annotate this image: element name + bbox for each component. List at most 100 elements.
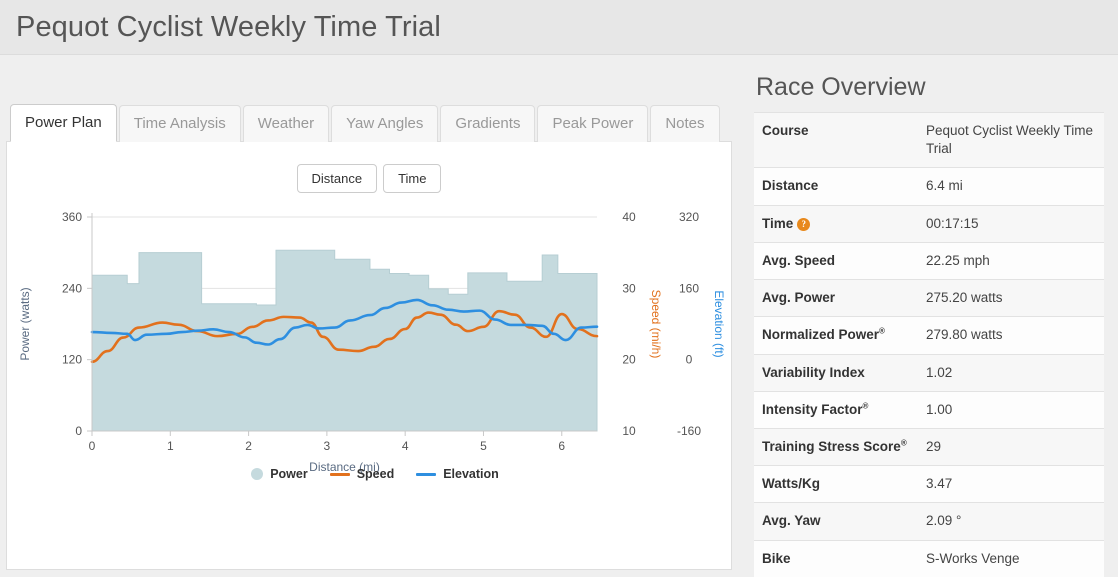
distance-axis-tick-label: 6 — [558, 439, 565, 453]
registered-mark: ® — [862, 401, 869, 411]
distance-toggle-button[interactable]: Distance — [296, 164, 378, 193]
overview-key: Bike — [754, 540, 918, 577]
overview-key: Avg. Power — [754, 280, 918, 317]
registered-mark: ® — [900, 438, 907, 448]
overview-value: 6.4 mi — [926, 178, 963, 194]
page-title: Pequot Cyclist Weekly Time Trial — [16, 10, 441, 43]
overview-row: Avg. Power 275.20 watts — [754, 279, 1104, 317]
overview-value: 29 — [926, 438, 942, 454]
overview-row: Normalized Power® 279.80 watts — [754, 316, 1104, 355]
overview-key-label: Time — [762, 215, 794, 231]
overview-key: Avg. Yaw — [754, 503, 918, 540]
distance-axis-tick-label: 1 — [167, 439, 174, 453]
left-column: Power Plan Time Analysis Weather Yaw Angles… — [0, 55, 740, 575]
legend-item-elevation[interactable]: Elevation — [416, 467, 499, 481]
power-axis-title: Power (watts) — [18, 287, 32, 360]
overview-key-label: Avg. Power — [762, 290, 836, 306]
tab-yaw-angles[interactable]: Yaw Angles — [331, 105, 439, 142]
power-plan-chart: 0 120 240 360 Power (watts) 0 1 2 3 4 5 6 Distance (… — [7, 199, 731, 529]
overview-row: Variability Index 1.02 — [754, 354, 1104, 392]
distance-axis-tick-label: 5 — [480, 439, 487, 453]
overview-value: 275.20 watts — [926, 290, 1003, 306]
chart-canvas: 0120240360Power (watts)0 1 2 3 4 5 6Distance (… — [18, 210, 726, 474]
race-overview-table: Course Pequot Cyclist Weekly Time Trial Di… — [754, 112, 1104, 577]
overview-key-label: Intensity Factor — [762, 401, 863, 417]
overview-value: 1.00 — [926, 401, 953, 417]
overview-key-label: Distance — [762, 178, 819, 194]
power-axis-tick-label: 0 — [75, 424, 82, 438]
overview-row: Watts/Kg 3.47 — [754, 465, 1104, 503]
overview-value: Pequot Cyclist Weekly Time Trial — [926, 123, 1094, 157]
overview-key: Training Stress Score® — [754, 428, 918, 465]
tab-bar: Power Plan Time Analysis Weather Yaw Angles… — [6, 103, 732, 142]
speed-axis-tick-label: 30 — [622, 281, 636, 295]
overview-row: Course Pequot Cyclist Weekly Time Trial — [754, 112, 1104, 168]
overview-row: Avg. Speed 22.25 mph — [754, 242, 1104, 280]
distance-axis-tick-label: 4 — [402, 439, 409, 453]
distance-axis-tick-label: 3 — [324, 439, 331, 453]
registered-mark: ® — [879, 326, 885, 336]
overview-value: 1.02 — [926, 364, 953, 380]
tab-notes[interactable]: Notes — [650, 105, 720, 142]
overview-key-label: Watts/Kg — [762, 476, 820, 492]
speed-axis-tick-label: 20 — [622, 353, 636, 367]
main-layout: Power Plan Time Analysis Weather Yaw Angles… — [0, 55, 1118, 577]
overview-key-label: Avg. Speed — [762, 252, 836, 268]
overview-row: Bike S-Works Venge — [754, 540, 1104, 577]
elevation-axis-tick-label: 160 — [679, 281, 699, 295]
legend-marker-power-icon — [251, 468, 264, 480]
tab-gradients[interactable]: Gradients — [440, 105, 536, 142]
legend-label: Power — [270, 467, 308, 481]
time-toggle-button[interactable]: Time — [383, 164, 442, 193]
axis-mode-toggle-group: Distance Time — [7, 142, 731, 193]
time-help-icon[interactable]: ? — [797, 217, 811, 231]
overview-value: 279.80 watts — [926, 327, 1003, 343]
legend-item-speed[interactable]: Speed — [329, 467, 395, 481]
overview-key-label: Course — [762, 123, 809, 138]
speed-axis-tick-label: 40 — [622, 210, 636, 224]
overview-row: Intensity Factor® 1.00 — [754, 391, 1104, 429]
overview-value: 00:17:15 — [926, 215, 979, 231]
overview-key-label: Training Stress Score — [762, 438, 901, 454]
overview-value: 22.25 mph — [926, 252, 990, 268]
power-axis-tick-label: 240 — [62, 281, 82, 295]
overview-value: S-Works Venge — [926, 550, 1020, 566]
overview-key: Variability Index — [754, 354, 918, 391]
race-overview-panel: Race Overview Course Pequot Cyclist Weekl… — [740, 55, 1118, 577]
elevation-axis-tick-label: 0 — [686, 353, 693, 367]
overview-key: Course — [754, 113, 918, 168]
overview-key-label: Bike — [762, 550, 791, 566]
overview-key: Watts/Kg — [754, 466, 918, 503]
race-overview-title: Race Overview — [756, 73, 926, 101]
legend-label: Speed — [356, 467, 395, 481]
legend-marker-elevation-icon — [416, 472, 437, 476]
legend-item-power[interactable]: Power — [251, 467, 308, 481]
overview-key: Time? — [754, 205, 918, 242]
overview-key: Intensity Factor® — [754, 391, 918, 428]
overview-key: Distance — [754, 168, 918, 205]
speed-axis-title: Speed (mi/h) — [649, 290, 663, 359]
overview-row: Distance 6.4 mi — [754, 167, 1104, 206]
tab-power-plan[interactable]: Power Plan — [10, 104, 117, 142]
overview-value: 2.09 ° — [926, 513, 962, 529]
tab-peak-power[interactable]: Peak Power — [537, 105, 649, 142]
power-area-series — [91, 249, 598, 432]
distance-axis-tick-label: 0 — [89, 439, 96, 453]
distance-axis-tick-label: 2 — [245, 439, 252, 453]
tab-weather[interactable]: Weather — [242, 105, 330, 142]
legend-label: Elevation — [443, 467, 499, 481]
power-axis-tick-label: 360 — [62, 210, 82, 224]
overview-key-label: Variability Index — [762, 364, 865, 380]
overview-key: Normalized Power® — [754, 317, 918, 354]
tab-time-analysis[interactable]: Time Analysis — [118, 105, 241, 142]
elevation-axis-title: Elevation (ft) — [712, 290, 726, 357]
power-plan-panel: Distance Time 0 120 240 360 Power (watts) 0 1 2… — [6, 142, 732, 570]
page-header: Pequot Cyclist Weekly Time Trial — [0, 0, 1118, 55]
overview-row: Time? 00:17:15 — [754, 205, 1104, 243]
overview-value: 3.47 — [926, 476, 953, 492]
elevation-axis-tick-label: -160 — [677, 424, 701, 438]
overview-row: Training Stress Score® 29 — [754, 428, 1104, 466]
overview-key-label: Avg. Yaw — [762, 513, 821, 529]
power-axis-tick-label: 120 — [62, 353, 82, 367]
elevation-axis-tick-label: 320 — [679, 210, 699, 224]
